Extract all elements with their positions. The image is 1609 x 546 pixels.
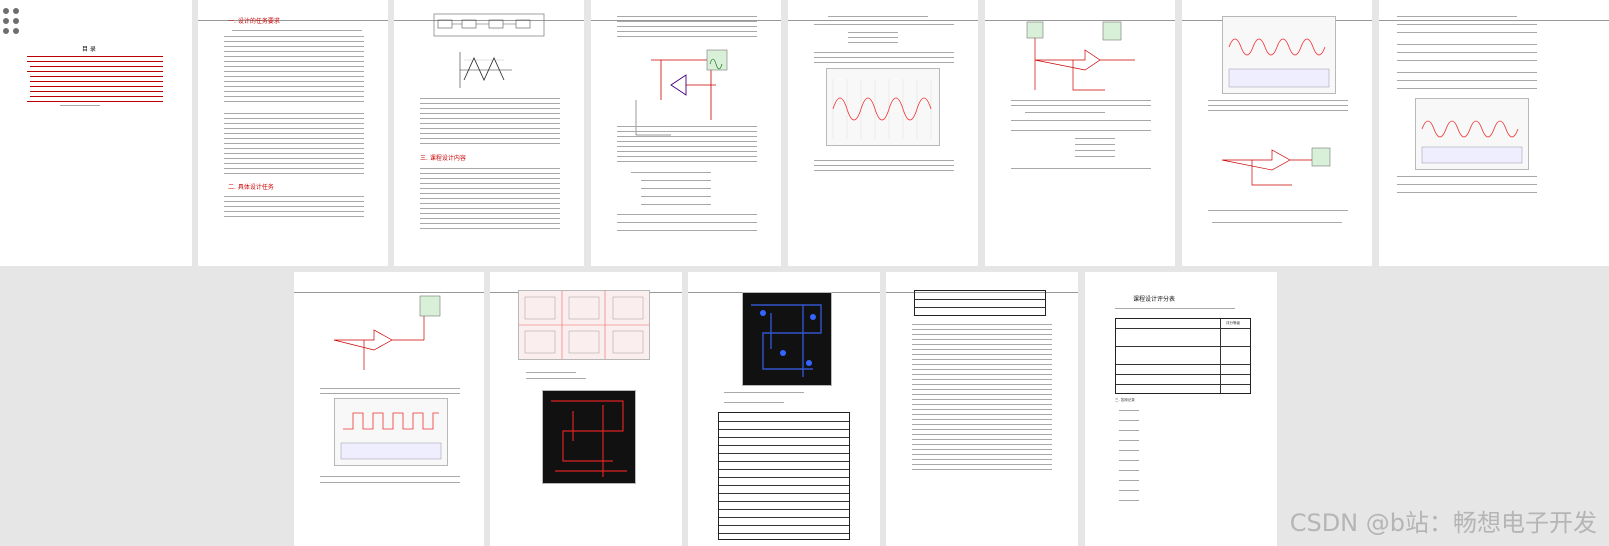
watermark: CSDN @b站：畅想电子开发 <box>1289 509 1597 537</box>
page-circuit-1 <box>591 0 781 266</box>
scope-waveform-figure <box>826 68 940 146</box>
toc-title: 目 录 <box>82 46 96 53</box>
pcb-red-layer <box>542 390 636 484</box>
page-block-diagram: 三. 课程设计内容 <box>394 0 584 266</box>
page-waveform-3 <box>1379 0 1609 266</box>
module-layout-figure <box>518 290 650 360</box>
circuit-schematic-4 <box>333 295 441 370</box>
page-summary <box>886 272 1078 546</box>
page-waveform-1 <box>788 0 978 266</box>
parts-table <box>718 412 850 540</box>
scope-waveform-figure-3 <box>1415 98 1529 170</box>
menu-icon[interactable] <box>3 8 33 38</box>
page-circuit-2 <box>985 0 1175 266</box>
section-heading-tasks: 二. 具体设计任务 <box>228 184 274 191</box>
page-toc: 目 录 <box>0 0 192 266</box>
page-pcb <box>490 272 682 546</box>
page-pcb-blue <box>688 272 880 546</box>
defense-notes-heading: 三. 答辩记录 <box>1115 398 1135 402</box>
circuit-schematic-3 <box>1221 147 1331 186</box>
grading-table: 评分等级 <box>1115 318 1251 394</box>
summary-table <box>914 290 1046 316</box>
circuit-schematic <box>635 49 728 136</box>
pcb-blue-layer <box>742 292 832 386</box>
grade-column-header: 评分等级 <box>1226 321 1240 325</box>
section-heading-content: 三. 课程设计内容 <box>420 155 466 162</box>
page-header <box>198 12 388 21</box>
scope-square-wave <box>334 398 448 466</box>
page-waveform-2 <box>1182 0 1372 266</box>
section-heading-requirements: 一. 设计的任务要求 <box>228 18 280 25</box>
circuit-schematic-2 <box>1026 21 1135 91</box>
page-grading: 课程设计评分表 评分等级 三. 答辩记录 <box>1085 272 1277 546</box>
page-requirements: 一. 设计的任务要求 二. 具体设计任务 <box>198 0 388 266</box>
scope-waveform-figure-2 <box>1222 16 1336 94</box>
grading-title: 课程设计评分表 <box>1133 296 1176 303</box>
page-circuit-3 <box>294 272 484 546</box>
